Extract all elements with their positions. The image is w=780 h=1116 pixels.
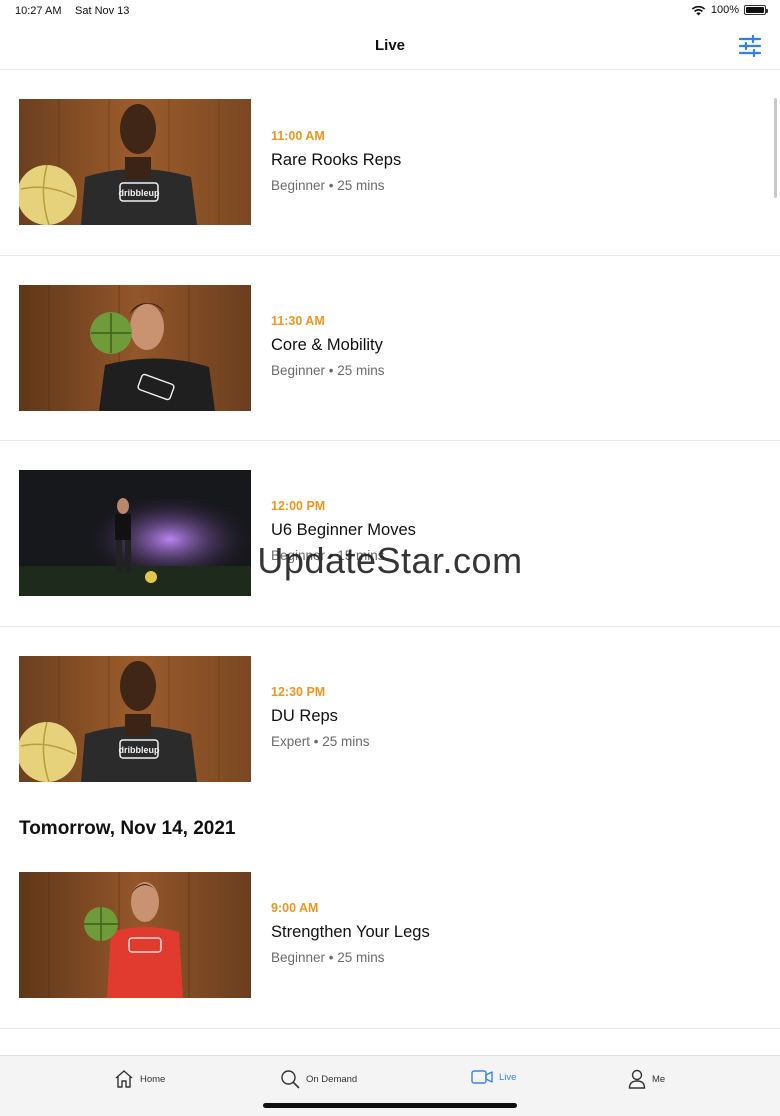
class-title: Strengthen Your Legs [271, 923, 430, 941]
class-row[interactable]: 11:30 AM Core & Mobility Beginner • 25 m… [0, 256, 780, 441]
home-icon [115, 1070, 133, 1088]
page-title: Live [374, 37, 405, 54]
class-meta: Expert • 25 mins [271, 734, 370, 749]
class-time: 12:00 PM [271, 499, 326, 513]
tab-on-demand[interactable]: On Demand [280, 1069, 357, 1089]
class-thumbnail[interactable]: dribbleup [19, 99, 251, 225]
status-bar: 10:27 AM Sat Nov 13 100% [0, 0, 780, 22]
tab-label: Me [652, 1073, 666, 1085]
class-title: U6 Beginner Moves [271, 521, 416, 539]
person-icon [628, 1069, 646, 1089]
sliders-icon [738, 34, 762, 58]
nav-header: Live [0, 22, 780, 70]
tab-home[interactable]: Home [114, 1069, 165, 1089]
search-icon [281, 1070, 300, 1089]
battery-percent: 100% [710, 4, 739, 16]
class-row[interactable]: 9:00 AM Strengthen Your Legs Beginner • … [0, 843, 780, 1029]
class-time: 11:30 AM [271, 314, 325, 328]
tab-bar: Home On Demand Live Me [0, 1055, 780, 1116]
class-title: DU Reps [271, 707, 338, 725]
video-camera-icon [471, 1070, 493, 1084]
status-time: 10:27 AM [15, 5, 62, 17]
status-indicators: 100% [691, 4, 768, 16]
class-meta: Beginner • 25 mins [271, 178, 385, 193]
live-class-list[interactable]: dribbleup 11:00 AM Rare Rooks Reps Begin… [0, 71, 780, 1055]
battery-icon [744, 5, 768, 15]
class-title: Rare Rooks Reps [271, 151, 402, 169]
scrollbar[interactable] [774, 98, 777, 198]
class-meta: Beginner • 15 mins [271, 548, 385, 563]
class-thumbnail[interactable] [19, 872, 251, 998]
status-date: Sat Nov 13 [75, 5, 130, 17]
class-title: Core & Mobility [271, 336, 383, 354]
class-row[interactable]: dribbleup 12:30 PM DU Reps Expert • 25 m… [0, 627, 780, 787]
class-row[interactable]: dribbleup 11:00 AM Rare Rooks Reps Begin… [0, 71, 780, 256]
wifi-icon [691, 5, 706, 15]
filter-button[interactable] [738, 34, 762, 58]
tab-label: Live [499, 1071, 517, 1083]
class-thumbnail[interactable] [19, 285, 251, 411]
class-meta: Beginner • 25 mins [271, 950, 385, 965]
tab-live[interactable]: Live [471, 1069, 516, 1085]
class-time: 11:00 AM [271, 129, 325, 143]
day-heading: Tomorrow, Nov 14, 2021 [19, 818, 236, 839]
class-thumbnail[interactable] [19, 470, 251, 596]
class-row[interactable]: 12:00 PM U6 Beginner Moves Beginner • 15… [0, 441, 780, 627]
tab-label: On Demand [306, 1073, 358, 1085]
class-meta: Beginner • 25 mins [271, 363, 385, 378]
class-time: 12:30 PM [271, 685, 326, 699]
tab-me[interactable]: Me [628, 1069, 665, 1089]
tab-label: Home [140, 1073, 166, 1085]
class-time: 9:00 AM [271, 901, 319, 915]
row-divider [0, 1028, 780, 1029]
svg-text:dribbleup: dribbleup [119, 745, 160, 755]
class-thumbnail[interactable]: dribbleup [19, 656, 251, 782]
home-indicator [263, 1103, 517, 1108]
svg-text:dribbleup: dribbleup [119, 188, 160, 198]
